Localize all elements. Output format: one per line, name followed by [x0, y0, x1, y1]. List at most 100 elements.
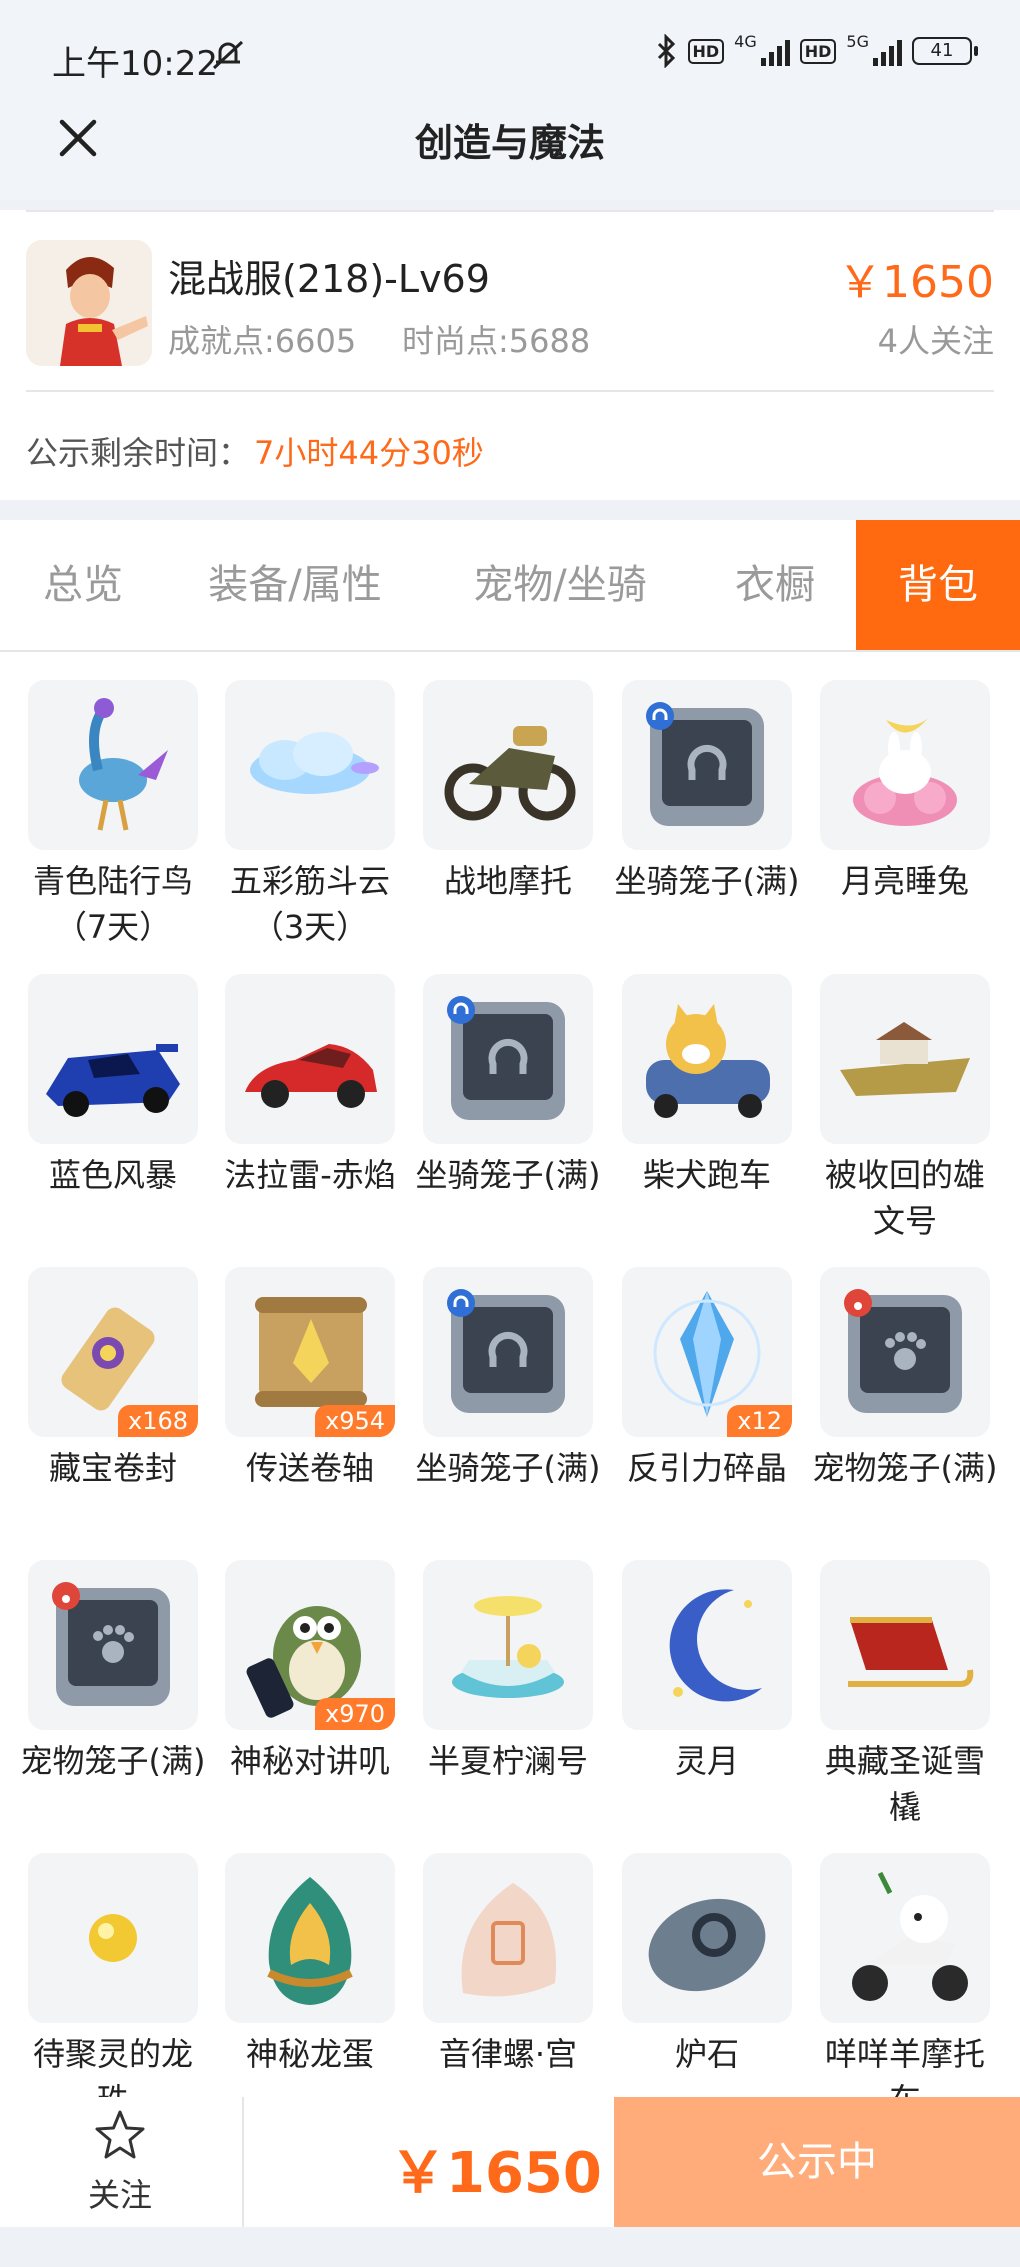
home-indicator — [0, 2227, 1020, 2267]
tab-bar: 总览 装备/属性 宠物/坐骑 衣橱 背包 — [0, 520, 1020, 652]
backpack-item[interactable]: 法拉雷-赤焰 — [224, 974, 396, 1198]
item-name: 炉石 — [674, 2035, 739, 2073]
avatar — [26, 240, 152, 366]
backpack-item[interactable]: 坐骑笼子(满) — [615, 680, 799, 904]
status-button[interactable]: 公示中 — [614, 2097, 1020, 2227]
item-name: 战地摩托 — [443, 862, 572, 900]
backpack-item[interactable]: 坐骑笼子(满) — [416, 1267, 600, 1491]
backpack-item[interactable]: x12 反引力碎晶 — [622, 1267, 792, 1491]
item-thumbnail — [28, 1853, 198, 2023]
network-5g: 5G — [846, 31, 869, 51]
dragon-pearl-icon — [89, 1914, 137, 1962]
item-name: 反引力碎晶 — [626, 1449, 787, 1487]
tab-overview[interactable]: 总览 — [0, 520, 166, 650]
item-name: 被收回的雄文号 — [824, 1156, 985, 1240]
backpack-item[interactable]: 柴犬跑车 — [622, 974, 792, 1198]
divider — [26, 390, 994, 392]
blue-racecar-icon — [46, 1044, 180, 1117]
item-thumbnail — [622, 680, 792, 850]
tab-equipment[interactable]: 装备/属性 — [180, 520, 410, 650]
backpack-item[interactable]: x954 传送卷轴 — [225, 1267, 395, 1491]
item-thumbnail — [423, 680, 593, 850]
bottom-price: ￥1650 — [390, 2141, 602, 2206]
dragon-egg-icon — [267, 1877, 353, 2005]
mount-cage-icon — [447, 1289, 565, 1413]
shiba-car-icon — [646, 1004, 770, 1118]
network-4g: 4G — [734, 31, 757, 51]
item-thumbnail — [820, 1267, 990, 1437]
item-thumbnail — [28, 680, 198, 850]
backpack-item[interactable]: 五彩筋斗云（3天） — [225, 680, 395, 950]
bluetooth-icon — [657, 34, 675, 68]
status-icons: HD 4G HD 5G 41 — [656, 31, 978, 68]
item-thumbnail — [622, 974, 792, 1144]
item-name: 宠物笼子(满) — [20, 1742, 206, 1780]
backpack-item[interactable]: 战地摩托 — [423, 680, 593, 904]
hd-badge: HD — [799, 38, 837, 64]
item-name: 藏宝卷封 — [48, 1449, 177, 1487]
tab-wardrobe[interactable]: 衣橱 — [710, 520, 840, 650]
item-name: 青色陆行鸟（7天） — [32, 862, 193, 946]
backpack-item[interactable]: 神秘龙蛋 — [225, 1853, 395, 2077]
item-name: 柴犬跑车 — [642, 1156, 771, 1194]
item-name: 传送卷轴 — [245, 1449, 374, 1487]
backpack-item[interactable]: 宠物笼子(满) — [21, 1560, 205, 1784]
item-thumbnail: x12 — [622, 1267, 792, 1437]
sheep-scooter-icon — [852, 1871, 968, 2001]
tab-backpack[interactable]: 背包 — [856, 520, 1020, 650]
item-name: 音律螺·宫 — [438, 2035, 578, 2073]
hearthstone-icon — [648, 1898, 766, 1992]
backpack-grid: 青色陆行鸟（7天） 五彩筋斗云（3天） 战地摩托 坐骑笼子(满) 月亮睡兔 蓝色风暴 法拉雷… — [0, 652, 1020, 2097]
item-thumbnail — [28, 1560, 198, 1730]
page-title: 创造与魔法 — [414, 121, 605, 165]
backpack-item[interactable]: 青色陆行鸟（7天） — [28, 680, 198, 950]
backpack-item[interactable]: 灵月 — [622, 1560, 792, 1784]
backpack-item[interactable]: 咩咩羊摩托车 — [820, 1853, 990, 2097]
backpack-item[interactable]: 月亮睡兔 — [820, 680, 990, 904]
moon-rabbit-icon — [853, 718, 957, 826]
backpack-item[interactable]: 待聚灵的龙珠 — [28, 1853, 198, 2097]
notice-countdown: 7小时44分30秒 — [254, 434, 484, 472]
item-thumbnail — [225, 680, 395, 850]
battery-icon: 41 — [912, 37, 978, 65]
item-quantity-badge: x168 — [117, 1405, 198, 1437]
follow-button[interactable]: 关注 — [88, 2170, 152, 2216]
backpack-item[interactable]: x168 藏宝卷封 — [28, 1267, 198, 1491]
item-name: 坐骑笼子(满) — [614, 862, 800, 900]
divider — [242, 2097, 244, 2227]
pet-cage-icon — [844, 1289, 962, 1413]
item-name: 灵月 — [674, 1742, 739, 1780]
backpack-item[interactable]: x970 神秘对讲叽 — [225, 1560, 395, 1784]
backpack-item[interactable]: 音律螺·宫 — [423, 1853, 593, 2077]
item-thumbnail — [423, 1560, 593, 1730]
mute-bell-icon — [212, 40, 244, 70]
item-name: 蓝色风暴 — [48, 1156, 177, 1194]
hd-badge: HD — [687, 38, 725, 64]
conch-icon — [461, 1883, 557, 1997]
character-name: 混战服(218)-Lv69 — [168, 257, 490, 301]
star-icon[interactable] — [92, 2108, 148, 2164]
backpack-item[interactable]: 典藏圣诞雪橇 — [820, 1560, 990, 1830]
item-thumbnail — [423, 974, 593, 1144]
item-name: 月亮睡兔 — [840, 862, 969, 900]
tab-pets-mounts[interactable]: 宠物/坐骑 — [440, 520, 680, 650]
character-portrait-icon — [26, 240, 152, 366]
backpack-item[interactable]: 半夏柠澜号 — [423, 1560, 593, 1784]
backpack-item[interactable]: 坐骑笼子(满) — [416, 974, 600, 1198]
item-thumbnail: x954 — [225, 1267, 395, 1437]
backpack-item[interactable]: 蓝色风暴 — [28, 974, 198, 1198]
item-name: 神秘对讲叽 — [229, 1742, 390, 1780]
item-quantity-badge: x970 — [314, 1698, 395, 1730]
item-thumbnail: x970 — [225, 1560, 395, 1730]
backpack-item[interactable]: 被收回的雄文号 — [820, 974, 990, 1244]
motorcycle-icon — [444, 726, 576, 821]
pet-cage-icon — [52, 1582, 170, 1706]
backpack-item[interactable]: 宠物笼子(满) — [813, 1267, 997, 1491]
ship-icon — [840, 1022, 970, 1096]
backpack-item[interactable]: 炉石 — [622, 1853, 792, 2077]
item-thumbnail — [225, 974, 395, 1144]
item-name: 五彩筋斗云（3天） — [229, 862, 390, 946]
follower-count: 4人关注 — [877, 322, 994, 360]
item-thumbnail — [820, 1853, 990, 2023]
item-name: 咩咩羊摩托车 — [824, 2035, 985, 2097]
